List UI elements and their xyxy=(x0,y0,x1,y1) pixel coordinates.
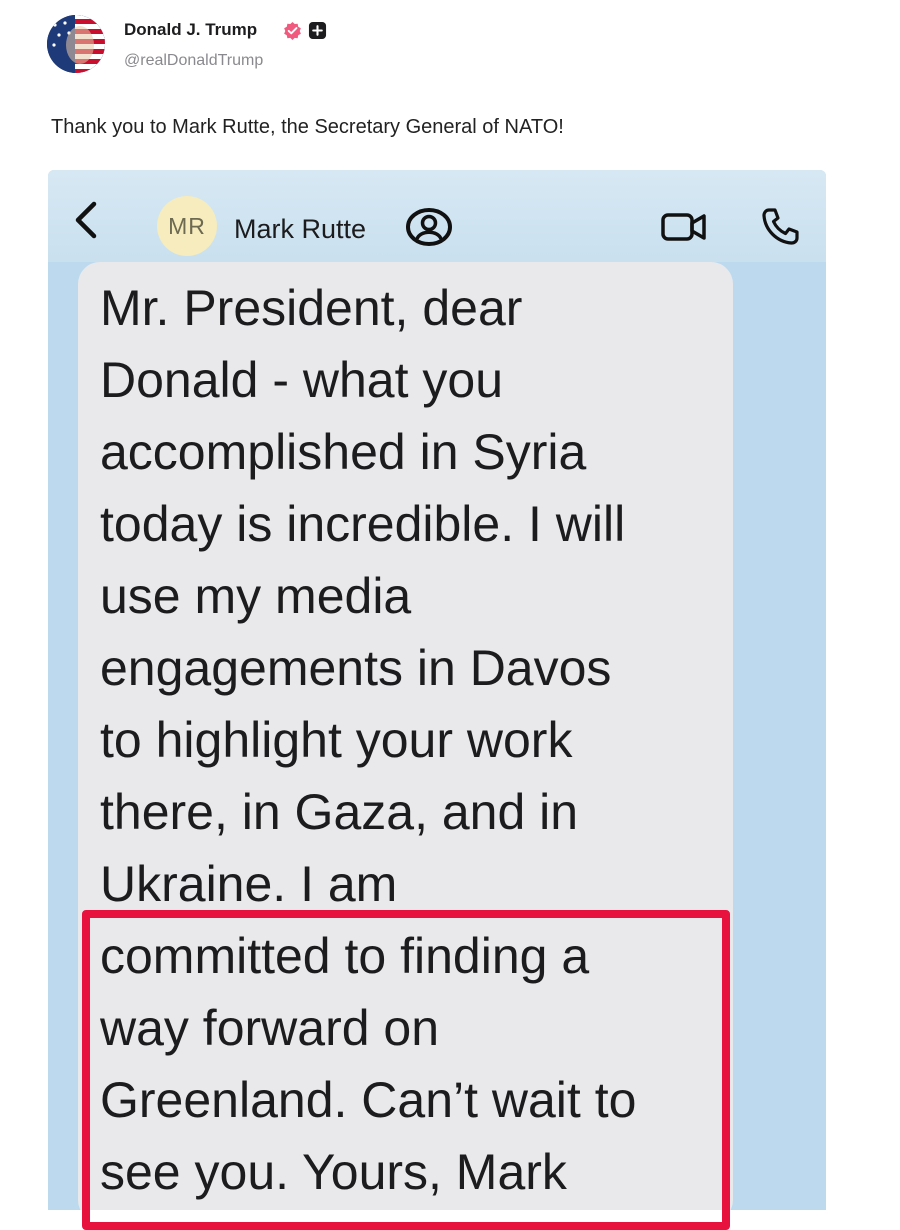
post-text: Thank you to Mark Rutte, the Secretary G… xyxy=(51,116,564,138)
author-name[interactable]: Donald J. Trump xyxy=(124,20,257,40)
plus-badge-icon xyxy=(308,21,327,40)
flag-portrait-image xyxy=(47,15,105,73)
back-chevron-icon[interactable] xyxy=(70,200,104,240)
highlight-box xyxy=(82,910,730,1230)
contact-avatar[interactable]: MR xyxy=(157,196,217,256)
contact-badge-icon xyxy=(406,208,452,246)
author-handle[interactable]: @realDonaldTrump xyxy=(124,52,263,70)
verified-badge-icon xyxy=(284,21,301,40)
chat-header: MR Mark Rutte xyxy=(48,170,826,262)
phone-icon[interactable] xyxy=(760,206,802,246)
author-avatar[interactable] xyxy=(47,15,105,73)
contact-name[interactable]: Mark Rutte xyxy=(234,214,366,245)
video-camera-icon[interactable] xyxy=(660,210,708,244)
